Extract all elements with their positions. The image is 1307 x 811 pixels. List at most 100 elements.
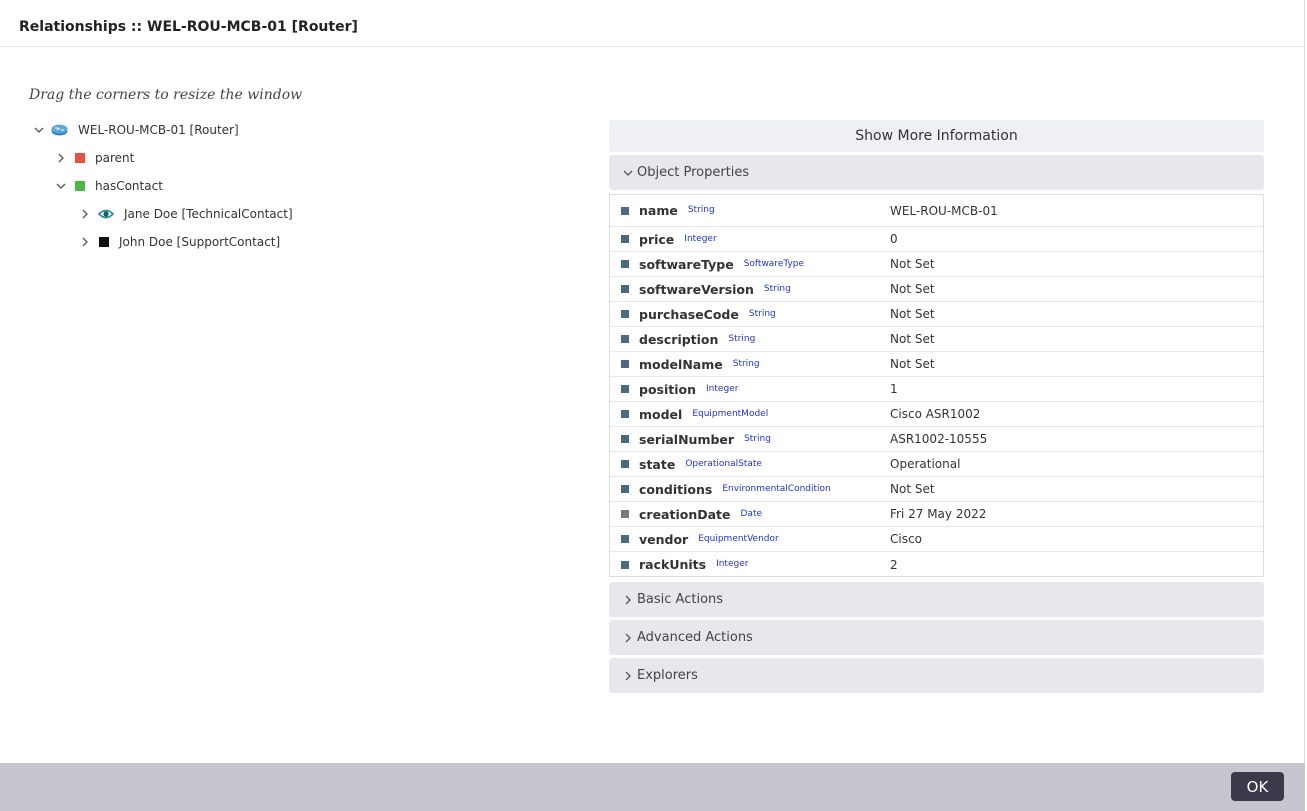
- property-bullet-icon: [621, 206, 629, 215]
- section-explorers[interactable]: Explorers: [609, 658, 1264, 693]
- property-name: price Integer: [639, 232, 717, 247]
- property-type: String: [744, 433, 771, 444]
- property-name-text: modelName: [639, 356, 723, 372]
- property-bullet-icon: [621, 560, 629, 569]
- property-name: vendor EquipmentVendor: [639, 532, 779, 547]
- property-type: Integer: [716, 559, 749, 569]
- property-value: Fri 27 May 2022: [890, 507, 987, 521]
- property-row[interactable]: softwareVersion String Not Set: [610, 277, 1263, 302]
- property-row[interactable]: purchaseCode String Not Set: [610, 302, 1263, 327]
- property-row[interactable]: model EquipmentModel Cisco ASR1002: [610, 402, 1263, 427]
- object-properties-table: name String WEL-ROU-MCB-01 price Integer 0 sof…: [609, 194, 1264, 577]
- property-row[interactable]: softwareType SoftwareType Not Set: [610, 252, 1263, 277]
- property-row[interactable]: vendor EquipmentVendor Cisco: [610, 527, 1263, 552]
- property-bullet-icon: [621, 460, 629, 468]
- chevron-down-icon: [621, 166, 635, 180]
- property-name-text: softwareVersion: [639, 281, 754, 297]
- property-value: WEL-ROU-MCB-01: [890, 203, 998, 218]
- dialog-header[interactable]: Relationships :: WEL-ROU-MCB-01 [Router]: [0, 0, 1305, 47]
- property-bullet-icon: [621, 360, 629, 368]
- property-value: Not Set: [890, 332, 935, 346]
- property-name: purchaseCode String: [639, 307, 776, 322]
- tree-node-root[interactable]: WEL-ROU-MCB-01 [Router]: [32, 120, 239, 140]
- property-name-text: purchaseCode: [639, 306, 739, 322]
- property-value: Not Set: [890, 282, 935, 296]
- section-advanced-actions[interactable]: Advanced Actions: [609, 620, 1264, 655]
- property-value: ASR1002-10555: [890, 432, 988, 446]
- property-type: String: [763, 283, 791, 294]
- chevron-down-icon[interactable]: [54, 179, 68, 193]
- eye-icon: [98, 208, 114, 220]
- property-row[interactable]: rackUnits Integer 2: [610, 552, 1263, 577]
- property-type: String: [728, 333, 756, 344]
- section-label: Advanced Actions: [637, 630, 753, 645]
- property-type: String: [687, 205, 715, 215]
- property-bullet-icon: [621, 235, 629, 243]
- parent-color-square: [75, 153, 85, 163]
- property-type: Date: [740, 508, 763, 519]
- property-row[interactable]: state OperationalState Operational: [610, 452, 1263, 477]
- property-name: position Integer: [639, 382, 738, 397]
- property-type: EquipmentVendor: [698, 533, 779, 544]
- property-name: description String: [639, 332, 755, 347]
- property-bullet-icon: [621, 335, 629, 343]
- property-row[interactable]: position Integer 1: [610, 377, 1263, 402]
- property-name-text: vendor: [639, 531, 689, 547]
- property-name: modelName String: [639, 357, 760, 372]
- property-value: Not Set: [890, 357, 935, 371]
- section-basic-actions[interactable]: Basic Actions: [609, 582, 1264, 617]
- property-bullet-icon: [621, 435, 629, 443]
- property-type: String: [732, 358, 760, 369]
- property-row[interactable]: price Integer 0: [610, 227, 1263, 252]
- tree-node-hascontact[interactable]: hasContact: [54, 176, 163, 196]
- chevron-down-icon[interactable]: [32, 123, 46, 137]
- property-name-text: position: [639, 381, 697, 397]
- property-type: OperationalState: [685, 458, 762, 469]
- dialog-title: Relationships :: WEL-ROU-MCB-01 [Router]: [19, 19, 358, 35]
- property-value: Operational: [890, 457, 961, 471]
- tree-label-john: John Doe [SupportContact]: [119, 235, 281, 249]
- property-type: String: [748, 308, 776, 319]
- tree-node-parent[interactable]: parent: [54, 148, 134, 168]
- property-type: SoftwareType: [743, 258, 805, 269]
- chevron-right-icon[interactable]: [54, 151, 68, 165]
- property-bullet-icon: [621, 535, 629, 543]
- dialog-footer: OK: [0, 763, 1305, 811]
- property-bullet-icon: [621, 410, 629, 418]
- property-name-text: description: [639, 331, 719, 347]
- tree-label-jane: Jane Doe [TechnicalContact]: [124, 207, 293, 221]
- router-icon: [51, 124, 68, 136]
- tree-label-parent: parent: [95, 151, 135, 165]
- property-value: Not Set: [890, 482, 935, 496]
- section-label: Explorers: [637, 668, 698, 683]
- property-row[interactable]: creationDate Date Fri 27 May 2022: [610, 502, 1263, 527]
- tree-label-root: WEL-ROU-MCB-01 [Router]: [78, 123, 239, 137]
- section-object-properties[interactable]: Object Properties: [609, 155, 1264, 190]
- property-row[interactable]: name String WEL-ROU-MCB-01: [610, 195, 1263, 227]
- tree-node-jane[interactable]: Jane Doe [TechnicalContact]: [78, 204, 293, 224]
- property-type: EquipmentModel: [692, 408, 769, 419]
- ok-button[interactable]: OK: [1231, 772, 1284, 801]
- property-name: rackUnits Integer: [639, 557, 748, 572]
- property-name: model EquipmentModel: [639, 407, 768, 422]
- property-type: Integer: [684, 233, 717, 244]
- property-name-text: softwareType: [639, 256, 734, 272]
- relationships-dialog: Relationships :: WEL-ROU-MCB-01 [Router]…: [0, 0, 1305, 811]
- property-bullet-icon: [621, 385, 629, 393]
- show-more-information-button[interactable]: Show More Information: [609, 120, 1264, 152]
- property-row[interactable]: conditions EnvironmentalCondition Not Set: [610, 477, 1263, 502]
- property-row[interactable]: modelName String Not Set: [610, 352, 1263, 377]
- property-name: creationDate Date: [639, 507, 762, 522]
- property-name-text: price: [639, 231, 675, 247]
- property-row[interactable]: serialNumber String ASR1002-10555: [610, 427, 1263, 452]
- chevron-right-icon: [621, 669, 635, 683]
- property-bullet-icon: [621, 285, 629, 293]
- chevron-right-icon[interactable]: [78, 207, 92, 221]
- property-name-text: creationDate: [639, 506, 731, 522]
- chevron-right-icon[interactable]: [78, 235, 92, 249]
- property-bullet-icon: [621, 510, 629, 518]
- property-type: Integer: [706, 383, 739, 394]
- property-value: Cisco: [890, 532, 922, 546]
- tree-node-john[interactable]: John Doe [SupportContact]: [78, 232, 280, 252]
- property-row[interactable]: description String Not Set: [610, 327, 1263, 352]
